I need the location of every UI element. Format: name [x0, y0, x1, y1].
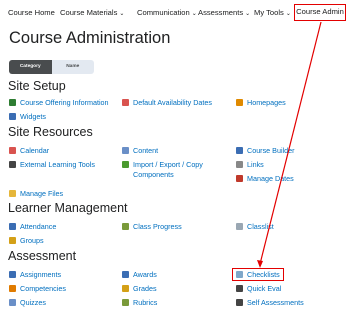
links-icon [236, 161, 243, 168]
self-assessments-icon [236, 299, 243, 306]
course-builder-icon [236, 147, 243, 154]
chevron-down-icon: ⌄ [245, 11, 251, 17]
nav-communication[interactable]: Communication ⌄ [137, 8, 197, 17]
nav-label: Communication [137, 8, 190, 17]
nav-assessments[interactable]: Assessments ⌄ [198, 8, 250, 17]
tool-label: Awards [133, 270, 157, 279]
tool-label: Classlist [247, 222, 274, 231]
tool-label: Competencies [20, 284, 66, 293]
info-book-icon [9, 99, 16, 106]
tool-classlist[interactable]: Classlist [236, 222, 274, 232]
manage-dates-icon [236, 175, 243, 182]
groups-icon [9, 237, 16, 244]
tool-label: Grades [133, 284, 157, 293]
tool-label: Homepages [247, 98, 286, 107]
nav-course-home[interactable]: Course Home [8, 8, 55, 17]
nav-label: Assessments [198, 8, 244, 17]
tool-label: Course Builder [247, 146, 295, 155]
tool-label: Quizzes [20, 298, 46, 307]
tool-manage-dates[interactable]: Manage Dates [236, 174, 294, 184]
content-icon [122, 147, 129, 154]
chevron-down-icon: ⌄ [191, 11, 197, 17]
quizzes-icon [9, 299, 16, 306]
attendance-icon [9, 223, 16, 230]
tool-label: Groups [20, 236, 44, 245]
import-export-icon [122, 161, 129, 168]
tool-awards[interactable]: Awards [122, 270, 157, 280]
tool-label: Quick Eval [247, 284, 282, 293]
calendar-icon [122, 99, 129, 106]
tool-label: Default Availability Dates [133, 98, 212, 107]
tool-label: Course Offering Information [20, 98, 109, 107]
section-title-assessment: Assessment [8, 249, 77, 263]
tool-self-assessments[interactable]: Self Assessments [236, 298, 304, 308]
tool-label: Class Progress [133, 222, 182, 231]
tool-quick-eval[interactable]: Quick Eval [236, 284, 281, 294]
rubrics-icon [122, 299, 129, 306]
section-title-learner-management: Learner Management [8, 201, 128, 215]
checklists-highlight [232, 268, 284, 281]
widgets-icon [9, 113, 16, 120]
tool-links[interactable]: Links [236, 160, 264, 170]
tool-label: Content [133, 146, 159, 155]
tool-assignments[interactable]: Assignments [9, 270, 61, 280]
competencies-icon [9, 285, 16, 292]
tool-import-export-copy[interactable]: Import / Export / Copy Components [122, 160, 231, 180]
classlist-icon [236, 223, 243, 230]
tool-manage-files[interactable]: Manage Files [9, 189, 63, 199]
tool-competencies[interactable]: Competencies [9, 284, 66, 294]
nav-course-admin[interactable]: Course Admin [294, 4, 346, 21]
toggle-category-button[interactable]: Category [9, 60, 52, 74]
nav-my-tools[interactable]: My Tools ⌄ [254, 8, 291, 17]
tool-rubrics[interactable]: Rubrics [122, 298, 157, 308]
tool-homepages[interactable]: Homepages [236, 98, 286, 108]
calendar-icon [9, 147, 16, 154]
home-icon [236, 99, 243, 106]
top-navigation: Course Home Course Materials ⌄ Communicat… [0, 0, 350, 26]
nav-label: Course Home [8, 8, 55, 17]
tool-course-builder[interactable]: Course Builder [236, 146, 295, 156]
tool-label: Attendance [20, 222, 57, 231]
chevron-down-icon: ⌄ [119, 11, 125, 17]
nav-label: Course Materials [60, 8, 118, 17]
tool-content[interactable]: Content [122, 146, 158, 156]
tool-label: Calendar [20, 146, 50, 155]
tool-course-offering-information[interactable]: Course Offering Information [9, 98, 109, 108]
nav-course-materials[interactable]: Course Materials ⌄ [60, 8, 124, 17]
tool-default-availability-dates[interactable]: Default Availability Dates [122, 98, 212, 108]
external-tools-icon [9, 161, 16, 168]
tool-quizzes[interactable]: Quizzes [9, 298, 46, 308]
grades-icon [122, 285, 129, 292]
tool-grades[interactable]: Grades [122, 284, 157, 294]
awards-icon [122, 271, 129, 278]
assignments-icon [9, 271, 16, 278]
tool-groups[interactable]: Groups [9, 236, 44, 246]
tool-external-learning-tools[interactable]: External Learning Tools [9, 160, 95, 170]
arrow-head [257, 260, 263, 268]
tool-widgets[interactable]: Widgets [9, 112, 46, 122]
section-title-site-resources: Site Resources [8, 125, 93, 139]
quick-eval-icon [236, 285, 243, 292]
tool-label: External Learning Tools [20, 160, 95, 169]
tool-label: Widgets [20, 112, 46, 121]
tool-calendar[interactable]: Calendar [9, 146, 49, 156]
nav-label: My Tools [254, 8, 284, 17]
chevron-down-icon: ⌄ [285, 11, 291, 17]
toggle-name-button[interactable]: Name [51, 60, 94, 74]
section-title-site-setup: Site Setup [8, 79, 66, 93]
view-toggle: Category Name [9, 60, 94, 74]
tool-label: Import / Export / Copy Components [133, 160, 203, 179]
tool-label: Manage Files [20, 189, 64, 198]
tool-label: Rubrics [133, 298, 158, 307]
tool-label: Links [247, 160, 264, 169]
class-progress-icon [122, 223, 129, 230]
folder-icon [9, 190, 16, 197]
page-title: Course Administration [9, 29, 171, 47]
tool-attendance[interactable]: Attendance [9, 222, 56, 232]
tool-label: Assignments [20, 270, 62, 279]
tool-label: Self Assessments [247, 298, 304, 307]
tool-class-progress[interactable]: Class Progress [122, 222, 182, 232]
tool-label: Manage Dates [247, 174, 294, 183]
